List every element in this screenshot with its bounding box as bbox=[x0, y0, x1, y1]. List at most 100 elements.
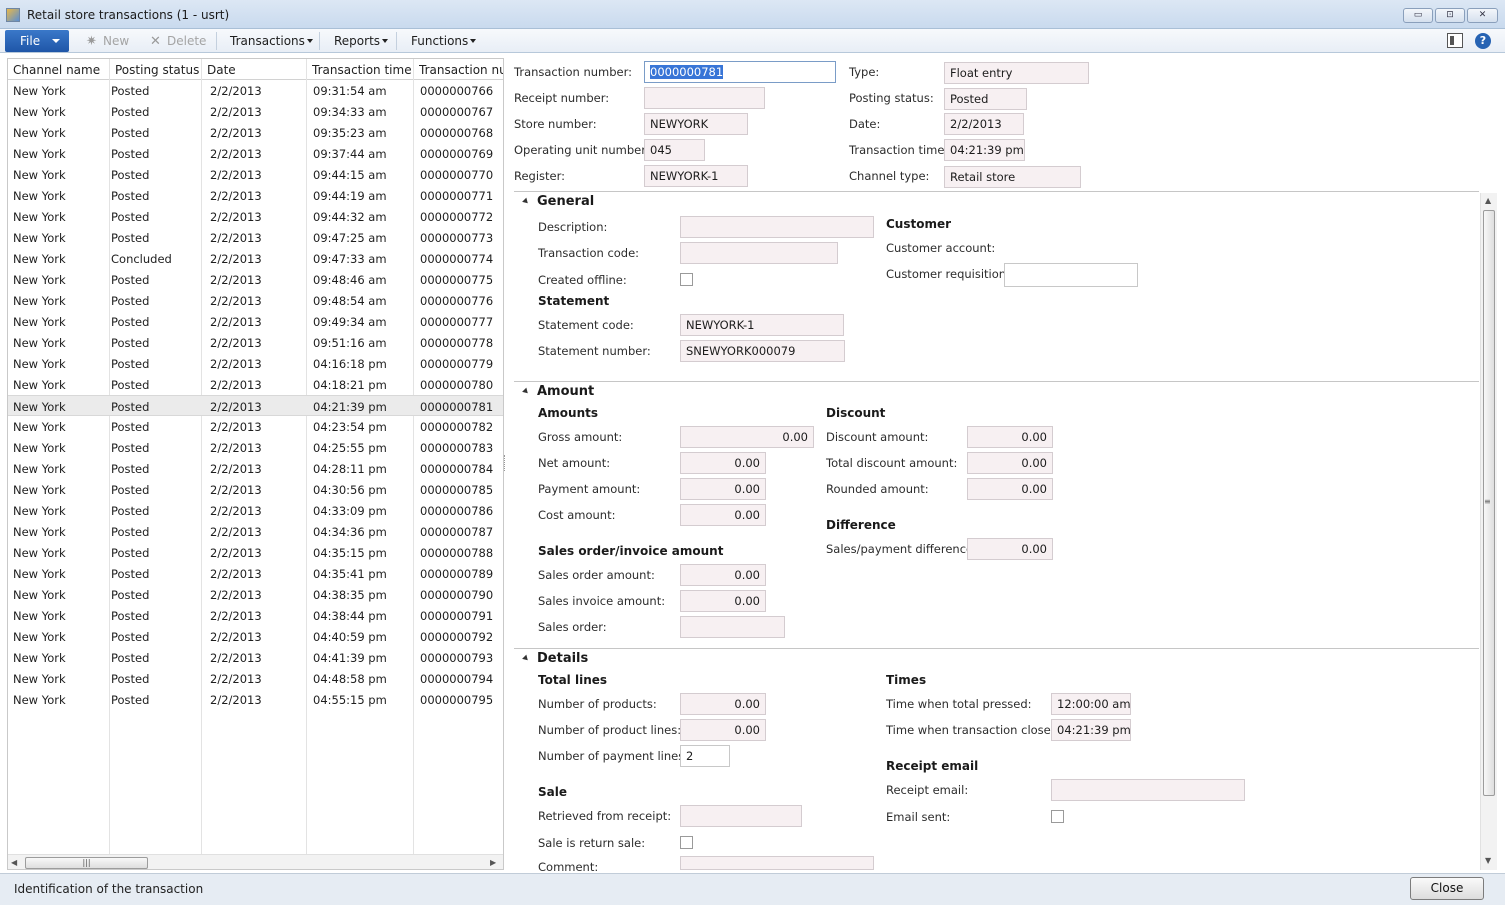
scroll-down-icon[interactable]: ▼ bbox=[1485, 856, 1491, 865]
horizontal-scrollbar[interactable]: ◀ ||| ▶ bbox=[8, 854, 503, 869]
delete-button[interactable]: ✕ Delete bbox=[150, 33, 206, 49]
type-field[interactable]: Float entry bbox=[944, 62, 1089, 84]
payment-amount-field[interactable]: 0.00 bbox=[680, 478, 766, 500]
sales-invoice-amount-field[interactable]: 0.00 bbox=[680, 590, 766, 612]
number-of-products-field[interactable]: 0.00 bbox=[680, 693, 766, 715]
fasttab-details-title[interactable]: Details bbox=[537, 651, 588, 666]
posting-status-cell: Posted bbox=[111, 84, 150, 98]
table-row[interactable]: New York Posted 2/2/2013 04:38:44 pm 0000000… bbox=[8, 605, 503, 626]
table-row[interactable]: New York Posted 2/2/2013 04:41:39 pm 0000000… bbox=[8, 647, 503, 668]
table-row[interactable]: New York Posted 2/2/2013 04:18:21 pm 0000000… bbox=[8, 374, 503, 395]
table-row[interactable]: New York Posted 2/2/2013 04:28:11 pm 0000000… bbox=[8, 458, 503, 479]
table-row[interactable]: New York Posted 2/2/2013 09:31:54 am 0000000… bbox=[8, 80, 503, 101]
functions-menu-button[interactable]: Functions bbox=[411, 33, 477, 49]
table-row[interactable]: New York Posted 2/2/2013 04:16:18 pm 0000000… bbox=[8, 353, 503, 374]
table-row[interactable]: New York Concluded 2/2/2013 09:47:33 am 0000… bbox=[8, 248, 503, 269]
maximize-button[interactable]: ⊡ bbox=[1435, 8, 1465, 23]
table-row[interactable]: New York Posted 2/2/2013 04:35:15 pm 0000000… bbox=[8, 542, 503, 563]
customer-requisition-field[interactable] bbox=[1004, 263, 1138, 287]
minimize-button[interactable]: ▭ bbox=[1403, 8, 1433, 23]
table-row[interactable]: New York Posted 2/2/2013 04:34:36 pm 0000000… bbox=[8, 521, 503, 542]
table-row[interactable]: New York Posted 2/2/2013 09:49:34 am 0000000… bbox=[8, 311, 503, 332]
scroll-thumb[interactable]: ||| bbox=[25, 857, 148, 869]
store-number-field[interactable]: NEWYORK bbox=[644, 113, 748, 135]
channel-type-field[interactable]: Retail store bbox=[944, 166, 1081, 188]
transaction-code-field[interactable] bbox=[680, 242, 838, 264]
close-button[interactable]: Close bbox=[1410, 877, 1484, 900]
table-row[interactable]: New York Posted 2/2/2013 09:44:19 am 0000000… bbox=[8, 185, 503, 206]
layout-toggle-icon[interactable] bbox=[1447, 33, 1463, 48]
receipt-number-field[interactable] bbox=[644, 87, 765, 109]
sales-order-amount-field[interactable]: 0.00 bbox=[680, 564, 766, 586]
scroll-right-icon[interactable]: ▶ bbox=[490, 858, 496, 867]
table-row[interactable]: New York Posted 2/2/2013 09:47:25 am 0000000… bbox=[8, 227, 503, 248]
description-field[interactable] bbox=[680, 216, 874, 238]
cost-amount-field[interactable]: 0.00 bbox=[680, 504, 766, 526]
time-when-total-pressed-field[interactable]: 12:00:00 am bbox=[1051, 693, 1131, 715]
operating-unit-number-field[interactable]: 045 bbox=[644, 139, 705, 161]
discount-amount-field[interactable]: 0.00 bbox=[967, 426, 1053, 448]
fasttab-amount-title[interactable]: Amount bbox=[537, 384, 594, 399]
posting-status-field[interactable]: Posted bbox=[944, 88, 1027, 110]
file-menu-button[interactable]: File bbox=[5, 30, 69, 52]
retrieved-from-receipt-field[interactable] bbox=[680, 805, 802, 827]
sale-is-return-sale-checkbox[interactable] bbox=[680, 836, 693, 849]
rounded-amount-field[interactable]: 0.00 bbox=[967, 478, 1053, 500]
table-row[interactable]: New York Posted 2/2/2013 04:38:35 pm 0000000… bbox=[8, 584, 503, 605]
table-row[interactable]: New York Posted 2/2/2013 04:23:54 pm 0000000… bbox=[8, 416, 503, 437]
table-row[interactable]: New York Posted 2/2/2013 09:48:46 am 0000000… bbox=[8, 269, 503, 290]
transactions-menu-button[interactable]: Transactions bbox=[230, 33, 313, 49]
table-row[interactable]: New York Posted 2/2/2013 09:48:54 am 0000000… bbox=[8, 290, 503, 311]
scroll-up-icon[interactable]: ▲ bbox=[1485, 196, 1491, 205]
table-row[interactable]: New York Posted 2/2/2013 09:34:33 am 0000000… bbox=[8, 101, 503, 122]
table-row[interactable]: New York Posted 2/2/2013 04:48:58 pm 0000000… bbox=[8, 668, 503, 689]
table-row[interactable]: New York Posted 2/2/2013 04:55:15 pm 0000000… bbox=[8, 689, 503, 710]
table-row[interactable]: New York Posted 2/2/2013 04:35:41 pm 0000000… bbox=[8, 563, 503, 584]
transaction-time-field[interactable]: 04:21:39 pm bbox=[944, 139, 1025, 161]
statement-code-field[interactable]: NEWYORK-1 bbox=[680, 314, 844, 336]
net-amount-field[interactable]: 0.00 bbox=[680, 452, 766, 474]
receipt-email-field[interactable] bbox=[1051, 779, 1245, 801]
close-window-button[interactable]: ✕ bbox=[1467, 8, 1498, 23]
table-row[interactable]: New York Posted 2/2/2013 09:44:32 am 0000000… bbox=[8, 206, 503, 227]
column-header-date[interactable]: Date bbox=[207, 63, 307, 77]
gross-amount-field[interactable]: 0.00 bbox=[680, 426, 814, 448]
help-icon[interactable]: ? bbox=[1475, 33, 1491, 49]
total-discount-amount-field[interactable]: 0.00 bbox=[967, 452, 1053, 474]
sales-order-field[interactable] bbox=[680, 616, 785, 638]
transaction-number-value: 0000000781 bbox=[650, 65, 724, 79]
sales-payment-difference-field[interactable]: 0.00 bbox=[967, 538, 1053, 560]
register-field[interactable]: NEWYORK-1 bbox=[644, 165, 748, 187]
number-of-product-lines-field[interactable]: 0.00 bbox=[680, 719, 766, 741]
column-header-posting-status[interactable]: Posting status bbox=[115, 63, 203, 77]
table-row[interactable]: New York Posted 2/2/2013 09:37:44 am 0000000… bbox=[8, 143, 503, 164]
fasttab-general-title[interactable]: General bbox=[537, 194, 594, 209]
transaction-number-field[interactable]: 0000000781 bbox=[644, 61, 836, 83]
reports-menu-button[interactable]: Reports bbox=[334, 33, 389, 49]
table-row[interactable]: New York Posted 2/2/2013 04:30:56 pm 0000000… bbox=[8, 479, 503, 500]
comment-field[interactable] bbox=[680, 856, 874, 870]
new-button[interactable]: ✷ New bbox=[86, 33, 129, 49]
table-row[interactable]: New York Posted 2/2/2013 04:40:59 pm 0000000… bbox=[8, 626, 503, 647]
collapse-triangle-icon[interactable] bbox=[522, 387, 530, 396]
email-sent-checkbox[interactable] bbox=[1051, 810, 1064, 823]
collapse-triangle-icon[interactable] bbox=[522, 654, 530, 663]
statement-number-field[interactable]: SNEWYORK000079 bbox=[680, 340, 845, 362]
table-row[interactable]: New York Posted 2/2/2013 04:25:55 pm 0000000… bbox=[8, 437, 503, 458]
table-row[interactable]: New York Posted 2/2/2013 04:21:39 pm 0000000… bbox=[8, 395, 503, 416]
time-when-transaction-closed-field[interactable]: 04:21:39 pm bbox=[1051, 719, 1131, 741]
pane-splitter[interactable] bbox=[504, 455, 508, 471]
table-row[interactable]: New York Posted 2/2/2013 09:44:15 am 0000000… bbox=[8, 164, 503, 185]
table-row[interactable]: New York Posted 2/2/2013 09:35:23 am 0000000… bbox=[8, 122, 503, 143]
date-field[interactable]: 2/2/2013 bbox=[944, 113, 1024, 135]
column-header-transaction-number[interactable]: Transaction number bbox=[419, 63, 503, 77]
table-row[interactable]: New York Posted 2/2/2013 04:33:09 pm 0000000… bbox=[8, 500, 503, 521]
collapse-triangle-icon[interactable] bbox=[522, 197, 530, 206]
created-offline-checkbox[interactable] bbox=[680, 273, 693, 286]
table-row[interactable]: New York Posted 2/2/2013 09:51:16 am 0000000… bbox=[8, 332, 503, 353]
number-of-payment-lines-field[interactable]: 2 bbox=[680, 745, 730, 767]
vertical-scrollbar[interactable]: ▲ ≡ ▼ bbox=[1480, 193, 1497, 870]
column-header-channel-name[interactable]: Channel name bbox=[13, 63, 109, 77]
scroll-left-icon[interactable]: ◀ bbox=[11, 858, 17, 867]
column-header-transaction-time[interactable]: Transaction time bbox=[312, 63, 413, 77]
